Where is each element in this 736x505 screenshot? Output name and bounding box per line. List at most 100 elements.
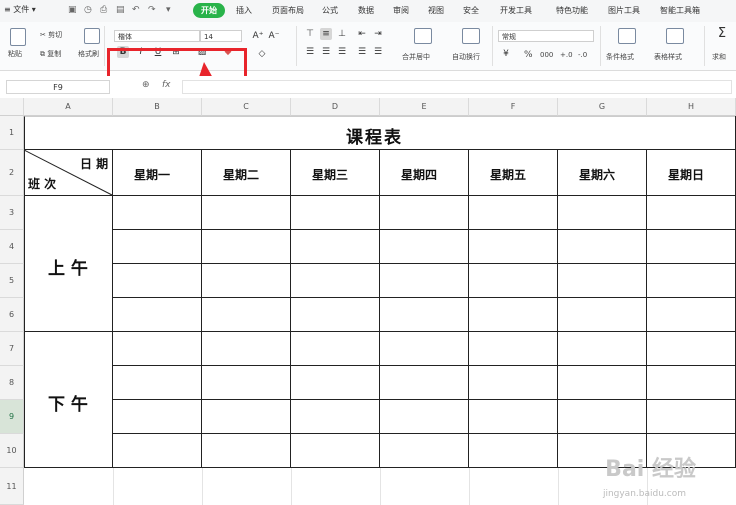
- row-header-5[interactable]: 5: [0, 264, 24, 298]
- watermark-logo: Bai 经验: [605, 457, 696, 482]
- schedule-cell[interactable]: [202, 332, 291, 366]
- schedule-cell[interactable]: [113, 366, 202, 400]
- column-header-h[interactable]: H: [647, 98, 736, 116]
- day-header-label: 星期二: [223, 168, 260, 182]
- day-header-label: 星期五: [490, 168, 527, 182]
- column-header-c[interactable]: C: [202, 98, 291, 116]
- schedule-cell[interactable]: [469, 298, 558, 332]
- schedule-cell[interactable]: [291, 434, 380, 468]
- schedule-cell[interactable]: [469, 230, 558, 264]
- schedule-cell[interactable]: [558, 366, 647, 400]
- schedule-cell[interactable]: [202, 196, 291, 230]
- gridline: [469, 468, 470, 505]
- row-header-10[interactable]: 10: [0, 434, 24, 468]
- schedule-cell[interactable]: [113, 196, 202, 230]
- schedule-cell[interactable]: [469, 434, 558, 468]
- schedule-cell[interactable]: [558, 264, 647, 298]
- fx-icon[interactable]: fx: [162, 80, 171, 90]
- schedule-cell[interactable]: [202, 298, 291, 332]
- row-header-4[interactable]: 4: [0, 230, 24, 264]
- schedule-cell[interactable]: [647, 264, 736, 298]
- schedule-cell[interactable]: [380, 366, 469, 400]
- column-header-f[interactable]: F: [469, 98, 558, 116]
- table-title: 课程表: [346, 128, 403, 148]
- row-header-9[interactable]: 9: [0, 400, 24, 434]
- schedule-cell[interactable]: [647, 366, 736, 400]
- schedule-cell[interactable]: [647, 230, 736, 264]
- schedule-cell[interactable]: [380, 400, 469, 434]
- schedule-cell[interactable]: [291, 400, 380, 434]
- schedule-cell[interactable]: [558, 196, 647, 230]
- corner-date-label: 日 期: [80, 157, 109, 171]
- zoom-icon[interactable]: ⊕: [142, 80, 150, 90]
- schedule-cell[interactable]: [380, 332, 469, 366]
- schedule-cell[interactable]: [291, 332, 380, 366]
- schedule-cell[interactable]: [113, 298, 202, 332]
- gridline: [202, 468, 203, 505]
- watermark-url: jingyan.baidu.com: [602, 489, 686, 499]
- gridline: [380, 468, 381, 505]
- gridline: [558, 468, 559, 505]
- schedule-cell[interactable]: [469, 400, 558, 434]
- schedule-cell[interactable]: [291, 366, 380, 400]
- row-header-6[interactable]: 6: [0, 298, 24, 332]
- schedule-cell[interactable]: [469, 366, 558, 400]
- schedule-cell[interactable]: [380, 298, 469, 332]
- row-header-3[interactable]: 3: [0, 196, 24, 230]
- schedule-cell[interactable]: [380, 196, 469, 230]
- gridline: [113, 468, 114, 505]
- gridline: [291, 468, 292, 505]
- schedule-cell[interactable]: [469, 196, 558, 230]
- schedule-cell[interactable]: [469, 264, 558, 298]
- schedule-cell[interactable]: [647, 298, 736, 332]
- schedule-cell[interactable]: [647, 332, 736, 366]
- spreadsheet-grid: A B C D E F G H 1 2 3 4 5 6 7 8 9 10 11 …: [0, 98, 736, 505]
- row-header-7[interactable]: 7: [0, 332, 24, 366]
- day-header-label: 星期六: [579, 168, 616, 182]
- row-header-1[interactable]: 1: [0, 116, 24, 150]
- schedule-cell[interactable]: [202, 264, 291, 298]
- formula-input[interactable]: [182, 80, 732, 94]
- column-header-b[interactable]: B: [113, 98, 202, 116]
- schedule-cell[interactable]: [202, 400, 291, 434]
- corner-shift-label: 班 次: [28, 177, 57, 191]
- column-header-a[interactable]: A: [24, 98, 113, 116]
- schedule-cell[interactable]: [558, 298, 647, 332]
- morning-label: 上 午: [48, 259, 88, 279]
- schedule-cell[interactable]: [113, 230, 202, 264]
- schedule-cell[interactable]: [291, 196, 380, 230]
- schedule-cell[interactable]: [380, 264, 469, 298]
- schedule-cell[interactable]: [558, 400, 647, 434]
- schedule-cell[interactable]: [558, 230, 647, 264]
- schedule-cell[interactable]: [113, 332, 202, 366]
- schedule-cell[interactable]: [291, 264, 380, 298]
- schedule-cell[interactable]: [202, 366, 291, 400]
- day-header-label: 星期三: [312, 168, 349, 182]
- column-header-e[interactable]: E: [380, 98, 469, 116]
- schedule-cell[interactable]: [647, 196, 736, 230]
- schedule-cell[interactable]: [380, 434, 469, 468]
- day-header-label: 星期四: [401, 168, 438, 182]
- column-header-d[interactable]: D: [291, 98, 380, 116]
- row-header-2[interactable]: 2: [0, 150, 24, 196]
- schedule-cell[interactable]: [647, 400, 736, 434]
- name-box[interactable]: F9: [6, 80, 110, 94]
- afternoon-label: 下 午: [48, 395, 88, 415]
- schedule-cell[interactable]: [113, 434, 202, 468]
- schedule-cell[interactable]: [469, 332, 558, 366]
- schedule-cell[interactable]: [113, 400, 202, 434]
- schedule-cell[interactable]: [558, 332, 647, 366]
- row-header-8[interactable]: 8: [0, 366, 24, 400]
- schedule-cell[interactable]: [291, 230, 380, 264]
- day-header-label: 星期一: [134, 168, 171, 182]
- schedule-cell[interactable]: [202, 434, 291, 468]
- day-header-label: 星期日: [668, 168, 705, 182]
- schedule-cell[interactable]: [291, 298, 380, 332]
- column-header-g[interactable]: G: [558, 98, 647, 116]
- schedule-cell[interactable]: [113, 264, 202, 298]
- select-all-corner[interactable]: [0, 98, 24, 116]
- schedule-cell[interactable]: [202, 230, 291, 264]
- row-header-11[interactable]: 11: [0, 468, 24, 505]
- schedule-cell[interactable]: [380, 230, 469, 264]
- formula-bar: F9 ⊕ fx: [0, 76, 736, 99]
